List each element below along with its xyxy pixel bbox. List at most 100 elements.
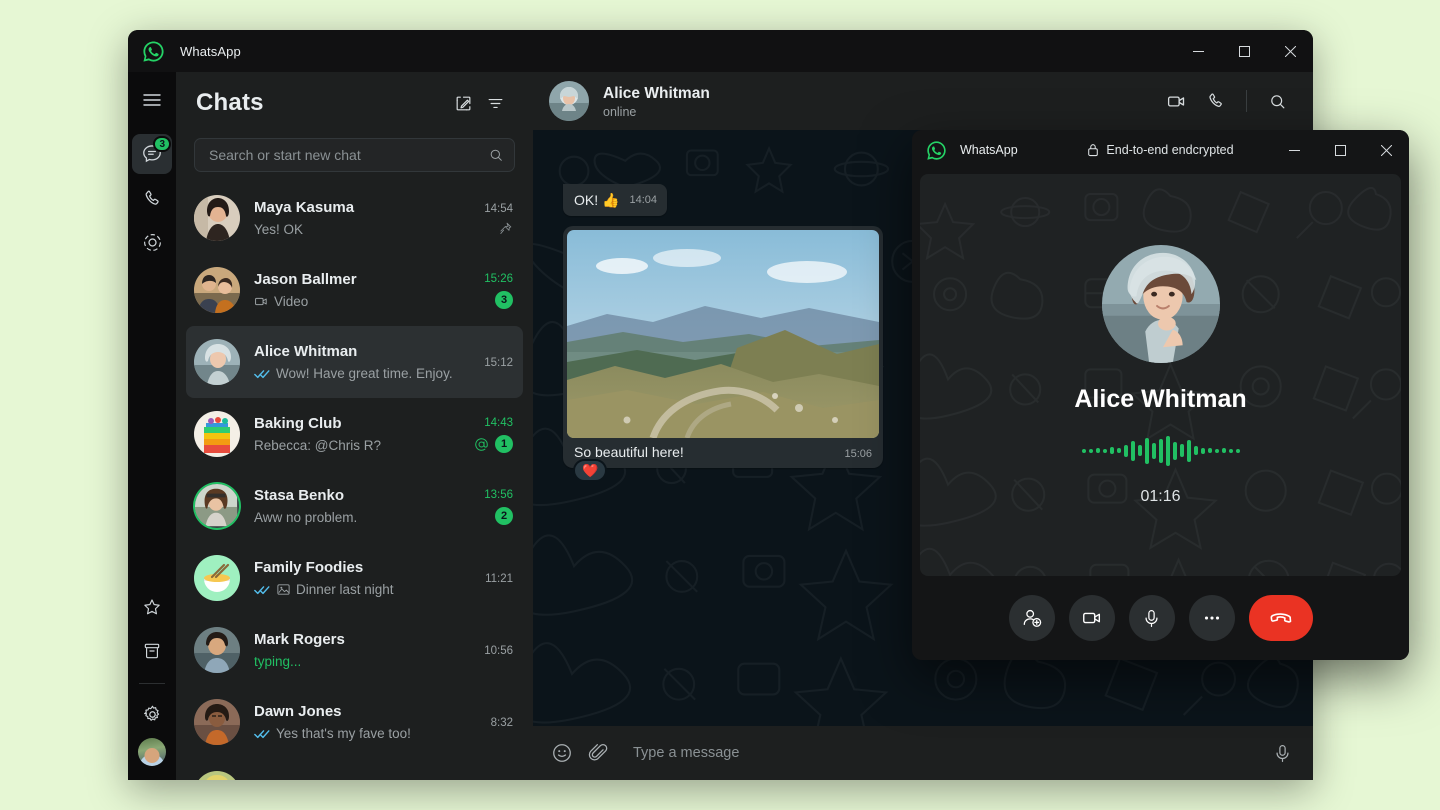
star-icon	[142, 597, 162, 617]
chat-item-preview: Aww no problem.	[254, 509, 476, 527]
toggle-video-button[interactable]	[1069, 595, 1115, 641]
chat-avatar	[194, 771, 240, 780]
message-text: OK! 👍	[574, 192, 619, 208]
chat-item-meta: Baking ClubRebecca: @Chris R?	[254, 414, 466, 455]
chat-list-item[interactable]: Ziggy Woodley8:12	[186, 758, 523, 780]
sidebar-item-chats[interactable]: 3	[132, 134, 172, 174]
chat-item-name: Family Foodies	[254, 558, 477, 578]
chat-item-name: Jason Ballmer	[254, 270, 476, 290]
voice-call-button[interactable]	[1198, 83, 1234, 119]
call-maximize-button[interactable]	[1317, 130, 1363, 170]
sidebar-item-settings[interactable]	[132, 694, 172, 734]
page-title: Chats	[196, 89, 447, 117]
more-options-button[interactable]	[1189, 595, 1235, 641]
archive-icon	[142, 641, 162, 661]
message-input[interactable]	[633, 745, 1258, 761]
sidebar-item-status[interactable]	[132, 222, 172, 262]
conversation-identity[interactable]: Alice Whitman online	[603, 84, 1158, 119]
search-chat-icon	[1268, 92, 1287, 111]
more-options-icon	[1201, 607, 1223, 629]
chat-item-preview: typing...	[254, 653, 476, 671]
end-call-button[interactable]	[1249, 595, 1313, 641]
voice-call-icon	[1206, 91, 1226, 111]
new-chat-button[interactable]	[447, 87, 479, 119]
conversation-status: online	[603, 105, 1158, 119]
chat-item-meta: Maya KasumaYes! OK	[254, 198, 476, 239]
lock-icon	[1087, 143, 1099, 157]
chat-item-name: Dawn Jones	[254, 702, 483, 722]
chat-item-preview: Yes that's my fave too!	[254, 725, 483, 743]
pinned-chat-icon	[498, 221, 513, 236]
search-box[interactable]	[194, 138, 515, 172]
call-duration-timer: 01:16	[1140, 488, 1180, 506]
filter-chats-button[interactable]	[479, 87, 511, 119]
mention-icon	[474, 437, 489, 452]
profile-avatar[interactable]	[138, 738, 166, 766]
message-reaction[interactable]: ❤️	[573, 459, 607, 482]
unread-count-badge: 3	[495, 291, 513, 309]
chat-item-preview: Wow! Have great time. Enjoy.	[254, 365, 476, 383]
header-divider	[1246, 90, 1247, 112]
chat-item-time: 11:21	[485, 573, 513, 585]
call-window-app-name: WhatsApp	[960, 143, 1018, 157]
search-in-chat-button[interactable]	[1259, 83, 1295, 119]
chat-list-item[interactable]: Maya KasumaYes! OK14:54	[186, 182, 523, 254]
video-call-button[interactable]	[1158, 83, 1194, 119]
chat-item-preview-text: typing...	[254, 653, 301, 671]
image-caption-row: So beautiful here!15:06	[567, 438, 879, 464]
add-participant-button[interactable]	[1009, 595, 1055, 641]
call-window: WhatsApp End-to-end endcrypted	[912, 130, 1409, 660]
chat-list-item[interactable]: Family FoodiesDinner last night11:21	[186, 542, 523, 614]
video-toggle-icon	[1081, 607, 1103, 629]
chat-list[interactable]: Maya KasumaYes! OK14:54Jason BallmerVide…	[176, 182, 533, 780]
menu-button[interactable]	[132, 80, 172, 120]
chat-item-status: 13:562	[484, 487, 513, 525]
window-titlebar: WhatsApp	[128, 30, 1313, 72]
navigation-rail: 3	[128, 72, 176, 780]
attach-button[interactable]	[587, 742, 609, 764]
conversation-avatar[interactable]	[549, 81, 589, 121]
search-input[interactable]	[209, 147, 488, 163]
chat-item-status: 11:21	[485, 571, 513, 585]
chat-item-meta: Stasa Benko Aww no problem.	[254, 486, 476, 527]
unread-count-badge: 1	[495, 435, 513, 453]
chat-item-status: 15:263	[484, 271, 513, 309]
end-call-icon	[1268, 605, 1294, 631]
window-maximize-button[interactable]	[1221, 30, 1267, 72]
voice-record-button[interactable]	[1272, 743, 1293, 764]
call-stage: Alice Whitman 01:16	[920, 174, 1401, 576]
chat-list-item[interactable]: Alice WhitmanWow! Have great time. Enjoy…	[186, 326, 523, 398]
image-message-bubble[interactable]: So beautiful here!15:06❤️	[563, 226, 883, 468]
chat-item-name: Maya Kasuma	[254, 198, 476, 218]
hamburger-menu-icon	[142, 90, 162, 110]
chat-list-pane: Chats	[176, 72, 533, 780]
chat-item-badges	[498, 221, 513, 236]
window-title: WhatsApp	[180, 44, 241, 59]
chat-list-item[interactable]: Jason BallmerVideo15:263	[186, 254, 523, 326]
sidebar-item-calls[interactable]	[132, 178, 172, 218]
chat-item-name: Stasa Benko	[254, 486, 476, 506]
chat-item-preview-text: Rebecca: @Chris R?	[254, 437, 381, 455]
call-minimize-button[interactable]	[1271, 130, 1317, 170]
sidebar-item-starred[interactable]	[132, 587, 172, 627]
call-close-button[interactable]	[1363, 130, 1409, 170]
chat-list-item[interactable]: Dawn JonesYes that's my fave too!8:32	[186, 686, 523, 758]
mic-toggle-icon	[1141, 608, 1162, 629]
encryption-text: End-to-end endcrypted	[1106, 143, 1233, 157]
message-bubble[interactable]: OK! 👍 14:04	[563, 184, 667, 216]
message-photo[interactable]	[567, 230, 879, 438]
toggle-microphone-button[interactable]	[1129, 595, 1175, 641]
emoji-button[interactable]	[551, 742, 573, 764]
search-container	[176, 134, 533, 182]
chat-item-time: 14:43	[484, 417, 513, 429]
chat-list-item[interactable]: Mark Rogerstyping...10:56	[186, 614, 523, 686]
chat-list-item[interactable]: Baking ClubRebecca: @Chris R? 14:43 1	[186, 398, 523, 470]
chat-list-item[interactable]: Stasa Benko Aww no problem. 13:562	[186, 470, 523, 542]
message-meta: 14:04	[629, 191, 657, 210]
sidebar-item-archived[interactable]	[132, 631, 172, 671]
conversation-contact-name: Alice Whitman	[603, 84, 1158, 103]
video-call-icon	[1166, 91, 1187, 112]
chat-avatar	[194, 555, 240, 601]
window-minimize-button[interactable]	[1175, 30, 1221, 72]
window-close-button[interactable]	[1267, 30, 1313, 72]
